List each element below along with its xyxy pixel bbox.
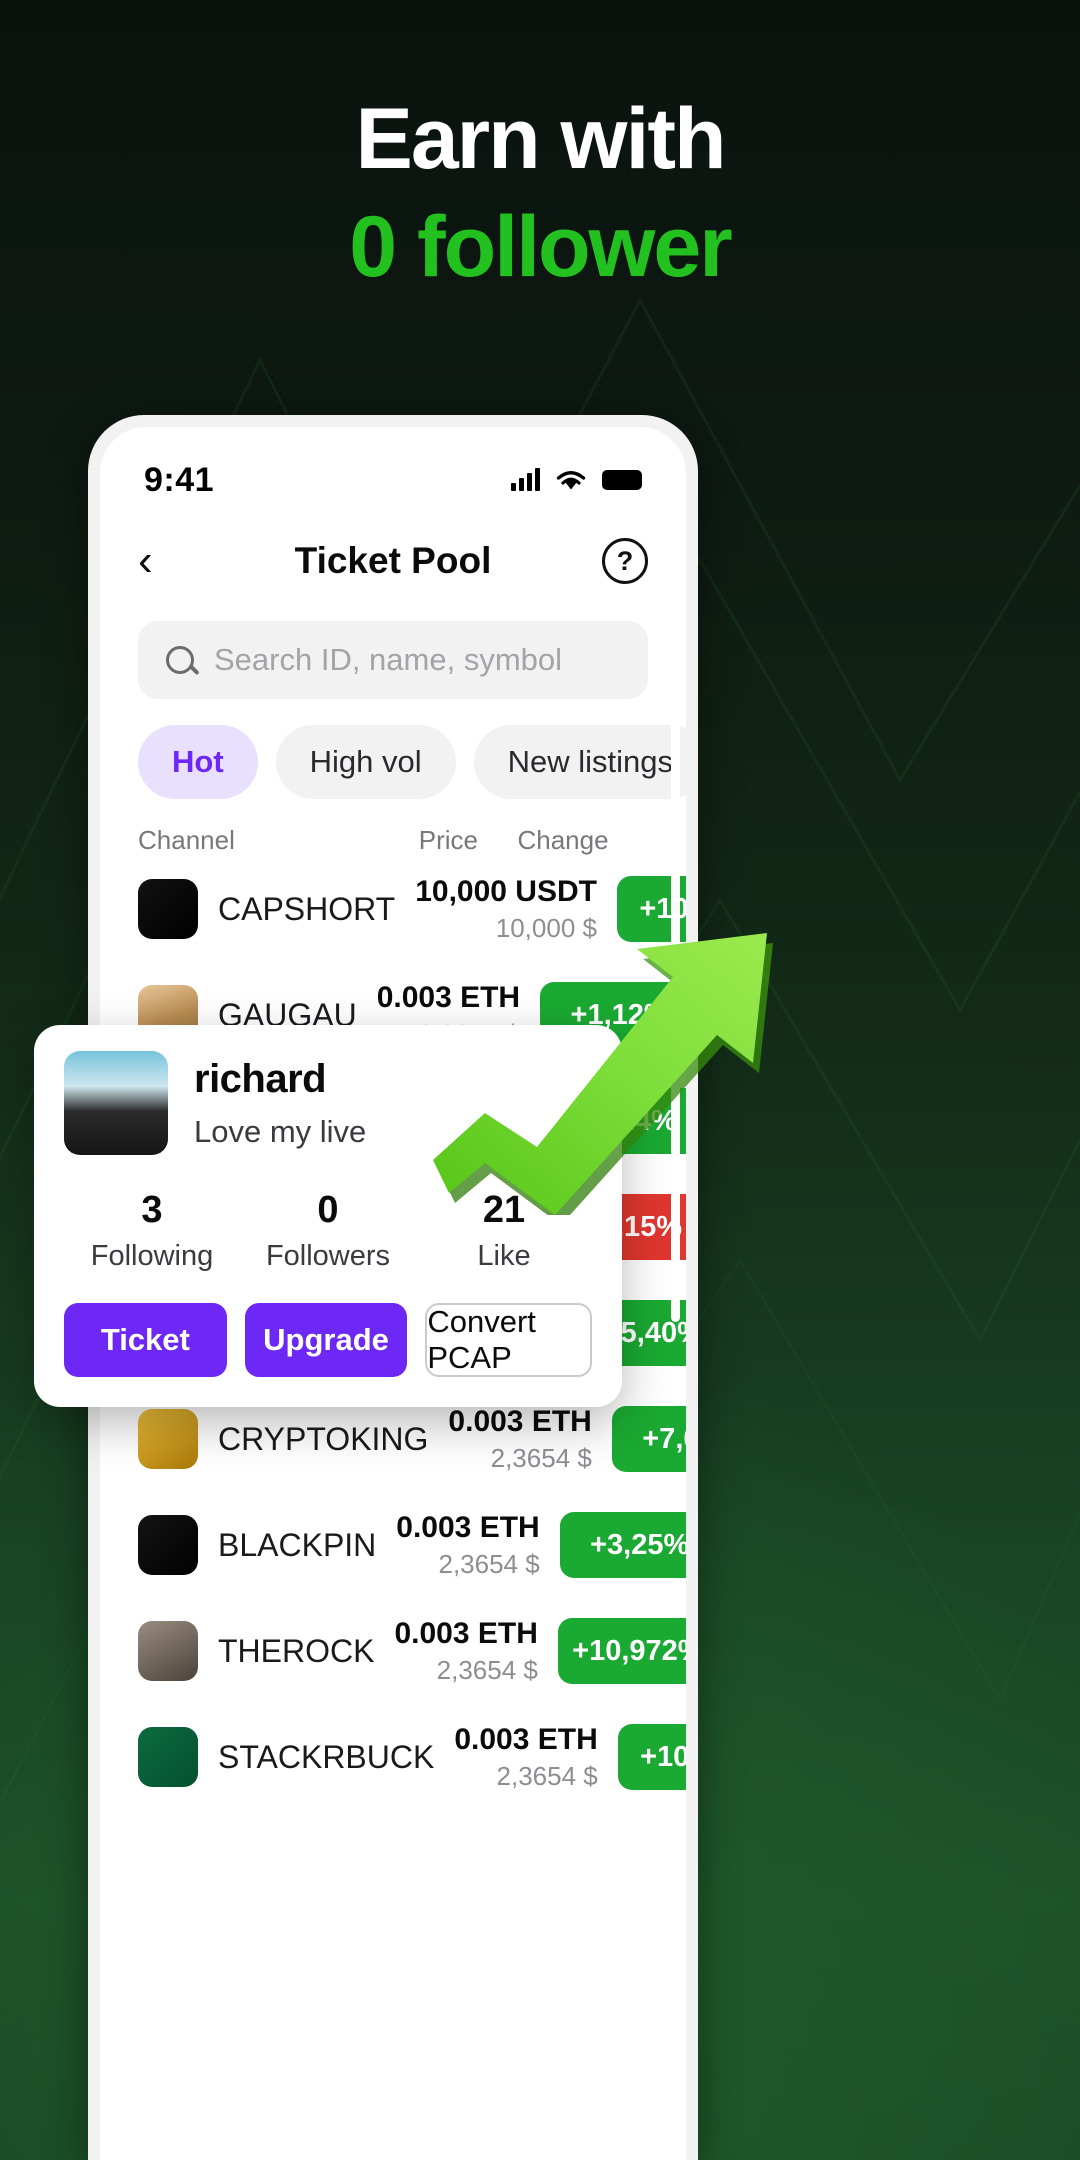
row-channel-name: BLACKPIN bbox=[218, 1526, 377, 1563]
table-row[interactable]: STACKRBUCK 0.003 ETH 2,3654 $ +10,12% bbox=[100, 1704, 686, 1810]
column-header-price: Price bbox=[418, 825, 478, 855]
row-channel-name: STACKRBUCK bbox=[218, 1738, 435, 1775]
profile-stat-value: 3 bbox=[141, 1189, 163, 1231]
back-button[interactable]: ‹ bbox=[138, 539, 153, 583]
column-header-change: Change bbox=[517, 825, 609, 855]
page-title: Ticket Pool bbox=[294, 540, 492, 581]
blackpink-logo-icon bbox=[138, 1515, 198, 1575]
scrollbar[interactable] bbox=[671, 682, 680, 1322]
navigation-bar: ‹ Ticket Pool ? bbox=[100, 515, 686, 607]
promo-headline: Earn with 0 follower bbox=[0, 96, 1080, 290]
wifi-icon bbox=[556, 471, 586, 490]
row-channel-name: CRYPTOKING bbox=[218, 1420, 429, 1457]
column-header-channel: Channel bbox=[138, 825, 235, 855]
profile-actions: Ticket Upgrade Convert PCAP bbox=[64, 1303, 593, 1377]
search-placeholder: Search ID, name, symbol bbox=[214, 642, 563, 677]
profile-header: richard Love my live bbox=[64, 1051, 592, 1155]
filter-pill-high-vol[interactable]: High vol bbox=[275, 725, 456, 799]
profile-stat-value: 0 bbox=[317, 1189, 339, 1231]
row-channel-name: CAPSHORT bbox=[218, 890, 396, 927]
table-header: Channel Price Change bbox=[100, 799, 686, 856]
row-change-cell: +10,972% bbox=[557, 1618, 686, 1684]
status-badge: +7,08% bbox=[611, 1406, 686, 1472]
row-channel-name: THEROCK bbox=[218, 1632, 375, 1669]
row-change-cell: +7,08% bbox=[611, 1406, 686, 1472]
capshort-logo-icon bbox=[138, 879, 198, 939]
row-price: 0.003 ETH 2,3654 $ bbox=[394, 1617, 537, 1686]
profile-stat-value: 21 bbox=[482, 1189, 526, 1231]
row-price-usd: 2,3654 $ bbox=[436, 1654, 538, 1685]
profile-name: richard bbox=[194, 1056, 327, 1101]
status-badge: +3,25% bbox=[559, 1512, 686, 1578]
filter-pill-hot[interactable]: Hot bbox=[138, 725, 258, 799]
cellular-signal-icon bbox=[511, 468, 540, 491]
table-row[interactable]: CAPSHORT10,000 USDT10,000 $+10,12% bbox=[100, 856, 686, 962]
convert-pcap-button[interactable]: Convert PCAP bbox=[425, 1303, 593, 1377]
row-price: 10,000 USDT 10,000 $ bbox=[415, 875, 597, 944]
filter-pill-row: HotHigh volNew listingsGainers bbox=[100, 699, 686, 799]
row-price-primary: 0.003 ETH bbox=[454, 1722, 598, 1756]
row-price-primary: 0.003 ETH bbox=[394, 1616, 538, 1650]
rock-photo-icon bbox=[138, 1621, 198, 1681]
search-icon bbox=[166, 646, 194, 674]
battery-icon bbox=[602, 470, 642, 490]
row-price-usd: 2,3654 $ bbox=[438, 1548, 540, 1579]
row-change-cell: +10,12% bbox=[617, 1724, 686, 1790]
status-bar-time: 9:41 bbox=[144, 460, 215, 499]
status-badge: +10,972% bbox=[557, 1618, 686, 1684]
row-price-primary: 10,000 USDT bbox=[415, 874, 597, 908]
profile-stats: 3 Following 0 Followers 21 Like bbox=[64, 1189, 592, 1273]
status-bar-icons bbox=[511, 467, 642, 493]
profile-stat-label: Following bbox=[90, 1240, 214, 1272]
row-price-primary: 0.003 ETH bbox=[376, 980, 521, 1014]
starbucks-logo-icon bbox=[138, 1727, 198, 1787]
row-price-primary: 0.003 ETH bbox=[448, 1404, 592, 1438]
upgrade-button[interactable]: Upgrade bbox=[244, 1303, 408, 1377]
row-change-cell: +3,25% bbox=[559, 1512, 686, 1578]
row-price-usd: 2,3654 $ bbox=[490, 1442, 592, 1473]
row-price: 0.003 ETH 2,3654 $ bbox=[396, 1511, 539, 1580]
row-price-primary: 0.003 ETH bbox=[396, 1510, 540, 1544]
search-input[interactable]: Search ID, name, symbol bbox=[138, 621, 648, 699]
table-row[interactable]: BLACKPIN 0.003 ETH 2,3654 $ +3,25% bbox=[100, 1492, 686, 1598]
crypto-photo-icon bbox=[138, 1409, 198, 1469]
status-bar: 9:41 bbox=[100, 427, 686, 515]
row-price-usd: 2,3654 $ bbox=[496, 1760, 598, 1791]
row-price: 0.003 ETH 2,3654 $ bbox=[454, 1723, 597, 1792]
profile-stat-label: Followers bbox=[265, 1240, 391, 1272]
avatar bbox=[64, 1051, 168, 1155]
profile-stat-like: 21 Like bbox=[416, 1189, 592, 1273]
search-section: Search ID, name, symbol bbox=[100, 607, 686, 699]
row-price: 0.003 ETH 2,3654 $ bbox=[448, 1405, 591, 1474]
row-price-usd: 10,000 $ bbox=[495, 912, 597, 943]
profile-stat-following: 3 Following bbox=[64, 1189, 240, 1273]
headline-line-2: 0 follower bbox=[349, 199, 732, 295]
profile-bio: Love my live bbox=[194, 1113, 367, 1149]
profile-card: richard Love my live 3 Following 0 Follower… bbox=[34, 1025, 622, 1407]
profile-identity: richard Love my live bbox=[194, 1057, 366, 1150]
status-badge: +10,12% bbox=[617, 1724, 686, 1790]
filter-pill-new-listings[interactable]: New listings bbox=[473, 725, 686, 799]
ticket-button[interactable]: Ticket bbox=[64, 1303, 227, 1377]
profile-stat-followers: 0 Followers bbox=[240, 1189, 416, 1273]
help-icon[interactable]: ? bbox=[602, 538, 648, 584]
profile-stat-label: Like bbox=[477, 1240, 531, 1272]
table-row[interactable]: THEROCK 0.003 ETH 2,3654 $ +10,972% bbox=[100, 1598, 686, 1704]
headline-line-1: Earn with bbox=[355, 91, 726, 187]
